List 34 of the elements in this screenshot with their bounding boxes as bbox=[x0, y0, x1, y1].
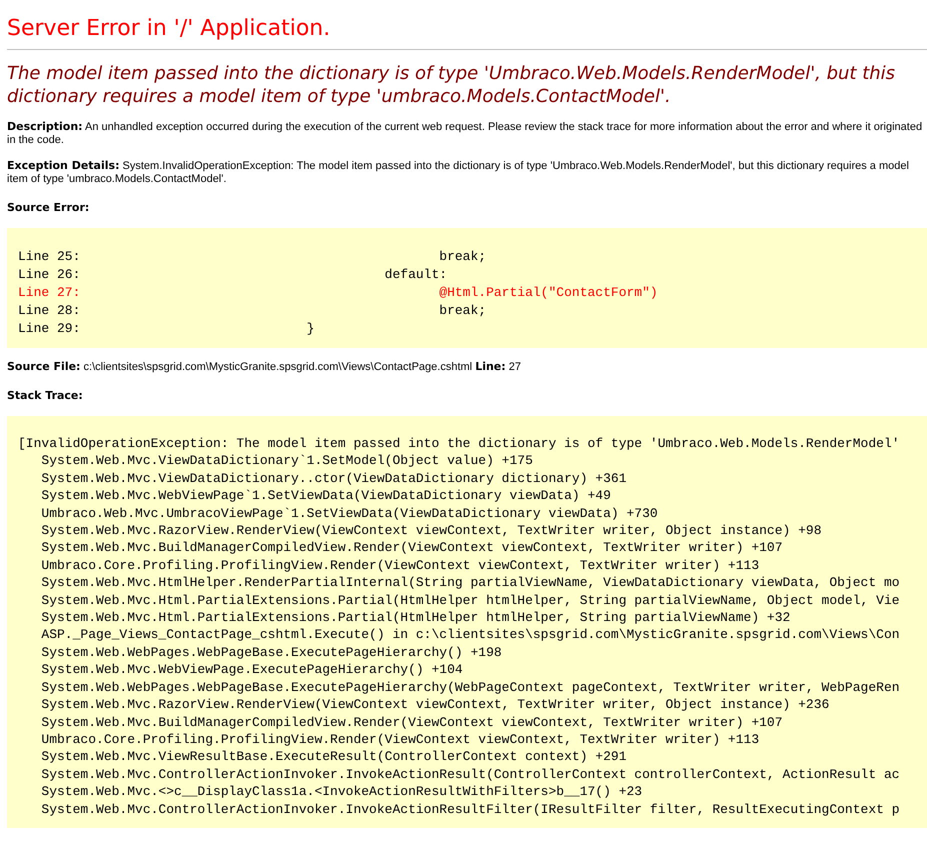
stack-trace-line: System.Web.WebPages.WebPageBase.ExecutePageHierarchy(WebPageContext pageContext, TextWriter writer, WebPageRen bbox=[40, 678, 900, 696]
source-code-line: Line 29: } bbox=[18, 320, 314, 338]
error-message: The model item passed into the dictionary is of type 'Umbraco.Web.Models.RenderModel', but this dictionary requires a model item of type 'umbraco.Models.ContactModel'. bbox=[7, 62, 896, 108]
stack-trace-line: System.Web.Mvc.BuildManagerCompiledView.Render(ViewContext viewContext, TextWriter writer) +107 bbox=[40, 539, 783, 557]
stack-trace-heading: Stack Trace: bbox=[7, 389, 83, 402]
stack-trace-line: System.Web.WebPages.WebPageBase.ExecutePageHierarchy() +198 bbox=[40, 644, 502, 662]
stack-trace-line: System.Web.Mvc.ViewResultBase.ExecuteResult(ControllerContext context) +291 bbox=[40, 748, 626, 766]
stack-trace-line: System.Web.Mvc.<>c__DisplayClass1a.<InvokeActionResultWithFilters>b__17() +23 bbox=[40, 783, 642, 801]
exception-details-text: Exception Details: System.InvalidOperationException: The model item passed into the dictionary is of type 'Umbraco.Web.Models.RenderModel', but this dictionary requires a model item of type 'umbraco.Models.ContactModel'. bbox=[7, 159, 910, 186]
source-code-line: Line 27: @Html.Partial("ContactForm") bbox=[18, 284, 658, 302]
stack-trace-line: System.Web.Mvc.HtmlHelper.RenderPartialInternal(String partialViewName, ViewDataDictionary viewData, Object mo bbox=[40, 574, 900, 592]
stack-trace-line: System.Web.Mvc.RazorView.RenderView(ViewContext viewContext, TextWriter writer, Object instance) +236 bbox=[40, 696, 830, 714]
stack-trace-line: System.Web.Mvc.ControllerActionInvoker.InvokeActionResult(ControllerContext controllerContext, ActionResult ac bbox=[40, 766, 900, 784]
stack-trace-line: Umbraco.Core.Profiling.ProfilingView.Render(ViewContext viewContext, TextWriter writer) +113 bbox=[40, 556, 760, 574]
stack-trace-line: System.Web.Mvc.ViewDataDictionary`1.SetModel(Object value) +175 bbox=[40, 452, 533, 470]
description-text: Description: An unhandled exception occurred during the execution of the current web request. Please review the stack trace for more information about the error and where it originated in the code. bbox=[7, 120, 923, 147]
stack-trace-line: ASP._Page_Views_ContactPage_cshtml.Execute() in c:\clientsites\spsgrid.com\MysticGranite.spsgrid.com\Views\Con bbox=[40, 626, 900, 644]
stack-trace-line: System.Web.Mvc.WebViewPage.ExecutePageHierarchy() +104 bbox=[40, 661, 463, 679]
stack-trace-line: Umbraco.Core.Profiling.ProfilingView.Render(ViewContext viewContext, TextWriter writer) +113 bbox=[40, 730, 760, 748]
page-title: Server Error in '/' Application. bbox=[7, 15, 332, 43]
source-code-line: Line 25: break; bbox=[18, 248, 486, 266]
stack-trace-line: System.Web.Mvc.WebViewPage`1.SetViewData(ViewDataDictionary viewData) +49 bbox=[40, 487, 611, 505]
stack-trace-line: System.Web.Mvc.Html.PartialExtensions.Partial(HtmlHelper htmlHelper, String partialViewName, Object model, Vie bbox=[40, 592, 900, 610]
stack-trace-line: System.Web.Mvc.ViewDataDictionary..ctor(ViewDataDictionary dictionary) +361 bbox=[40, 470, 626, 488]
stack-trace-line: System.Web.Mvc.ControllerActionInvoker.InvokeActionResultFilter(IResultFilter filter, ResultExecutingContext p bbox=[40, 800, 900, 818]
stack-trace-line: [InvalidOperationException: The model item passed into the dictionary is of type 'Umbraco.Web.Models.RenderModel' bbox=[18, 435, 900, 452]
stack-trace-line: System.Web.Mvc.BuildManagerCompiledView.Render(ViewContext viewContext, TextWriter writer) +107 bbox=[40, 714, 783, 731]
source-code-line: Line 28: break; bbox=[18, 302, 486, 320]
stack-trace-line: Umbraco.Web.Mvc.UmbracoViewPage`1.SetViewData(ViewDataDictionary viewData) +730 bbox=[40, 504, 658, 522]
stack-trace-line: System.Web.Mvc.RazorView.RenderView(ViewContext viewContext, TextWriter writer, Object instance) +98 bbox=[40, 522, 822, 540]
source-code-line: Line 26: default: bbox=[18, 266, 448, 284]
source-error-heading: Source Error: bbox=[7, 201, 90, 214]
source-file-text: Source File: c:\clientsites\spsgrid.com\MysticGranite.spsgrid.com\Views\ContactPage.cshtml Line: 27 bbox=[7, 360, 522, 374]
stack-trace-line: System.Web.Mvc.Html.PartialExtensions.Partial(HtmlHelper htmlHelper, String partialViewName) +32 bbox=[40, 609, 790, 626]
